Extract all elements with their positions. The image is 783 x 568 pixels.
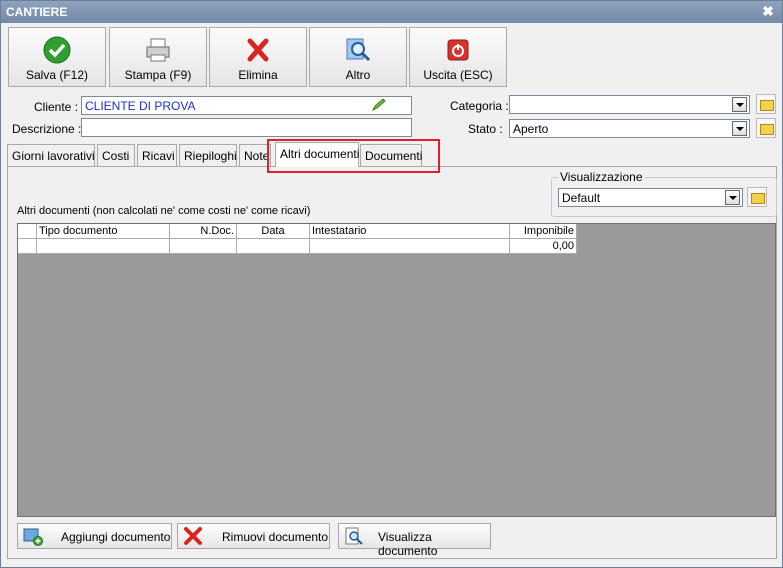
delete-button[interactable]: Elimina — [209, 27, 307, 87]
save-button[interactable]: Salva (F12) — [8, 27, 106, 87]
visualizzazione-value: Default — [562, 191, 601, 205]
cantiere-window: CANTIERE ✖ Salva (F12) Stampa (F9) Elimi… — [0, 0, 783, 568]
exit-label: Uscita (ESC) — [423, 68, 493, 82]
chevron-down-icon[interactable] — [732, 97, 747, 112]
other-label: Altro — [345, 68, 371, 82]
add-document-button[interactable]: Aggiungi documento — [17, 523, 172, 549]
categoria-select[interactable] — [509, 95, 750, 114]
remove-document-label: Rimuovi documento — [222, 530, 329, 544]
cliente-value: CLIENTE DI PROVA — [85, 99, 196, 113]
tab-costi[interactable]: Costi — [97, 144, 135, 166]
print-button[interactable]: Stampa (F9) — [109, 27, 207, 87]
view-document-button[interactable]: Visualizza documento — [338, 523, 491, 558]
column-header-intestatario[interactable]: Intestatario — [309, 224, 510, 239]
stato-label: Stato : — [468, 122, 503, 136]
visualizzazione-select[interactable]: Default — [558, 188, 743, 207]
table-row[interactable]: 0,00 — [18, 238, 577, 254]
descrizione-field[interactable] — [81, 118, 412, 137]
red-x-icon — [184, 527, 202, 545]
folder-icon[interactable] — [747, 187, 767, 207]
tab-ricavi[interactable]: Ricavi — [137, 144, 177, 166]
red-x-icon — [247, 38, 269, 62]
close-icon[interactable]: ✖ — [760, 3, 776, 19]
printer-icon — [146, 38, 170, 62]
title-bar: CANTIERE ✖ — [1, 1, 782, 23]
magnifier-icon — [346, 38, 371, 62]
add-document-icon — [23, 528, 43, 546]
add-document-label: Aggiungi documento — [61, 530, 171, 544]
view-document-icon — [345, 527, 363, 545]
folder-icon[interactable] — [756, 118, 776, 138]
stato-value: Aperto — [513, 122, 549, 136]
tab-riepiloghi[interactable]: Riepiloghi — [179, 144, 237, 166]
delete-label: Elimina — [238, 68, 278, 82]
chevron-down-icon[interactable] — [732, 121, 747, 136]
row-indicator — [18, 238, 37, 254]
grid-table: Tipo documento N.Doc. Data Intestatario … — [18, 224, 577, 254]
descrizione-label: Descrizione : — [12, 122, 82, 136]
cell-ndoc[interactable] — [169, 238, 237, 254]
print-label: Stampa (F9) — [124, 68, 192, 82]
exit-button[interactable]: Uscita (ESC) — [409, 27, 507, 87]
column-header-tipo[interactable]: Tipo documento — [36, 224, 170, 239]
power-icon — [447, 39, 469, 61]
remove-document-button[interactable]: Rimuovi documento — [177, 523, 330, 549]
grid-header-row: Tipo documento N.Doc. Data Intestatario … — [18, 224, 577, 239]
window-title: CANTIERE — [6, 5, 68, 19]
column-header-imponibile[interactable]: Imponibile — [509, 224, 577, 239]
documents-grid[interactable]: Tipo documento N.Doc. Data Intestatario … — [17, 223, 776, 517]
tab-giorni-lavorativi[interactable]: Giorni lavorativi — [7, 144, 95, 166]
column-header-ndoc[interactable]: N.Doc. — [169, 224, 237, 239]
save-label: Salva (F12) — [25, 68, 89, 82]
active-tab-highlight — [267, 139, 440, 173]
categoria-label: Categoria : — [450, 99, 509, 113]
cell-data[interactable] — [236, 238, 310, 254]
row-indicator-header — [18, 224, 37, 239]
cell-intestatario[interactable] — [309, 238, 510, 254]
chevron-down-icon[interactable] — [725, 190, 740, 205]
view-document-label: Visualizza documento — [378, 530, 438, 558]
other-button[interactable]: Altro — [309, 27, 407, 87]
cliente-label: Cliente : — [34, 100, 79, 114]
cell-tipo[interactable] — [36, 238, 170, 254]
column-header-data[interactable]: Data — [236, 224, 310, 239]
section-caption: Altri documenti (non calcolati ne' come … — [17, 205, 311, 217]
pencil-icon[interactable] — [371, 98, 387, 112]
folder-icon[interactable] — [756, 94, 776, 114]
visualizzazione-label: Visualizzazione — [558, 170, 645, 184]
cell-imponibile[interactable]: 0,00 — [509, 238, 577, 254]
checkmark-icon — [43, 36, 71, 64]
cliente-field[interactable]: CLIENTE DI PROVA — [81, 96, 412, 115]
stato-select[interactable]: Aperto — [509, 119, 750, 138]
